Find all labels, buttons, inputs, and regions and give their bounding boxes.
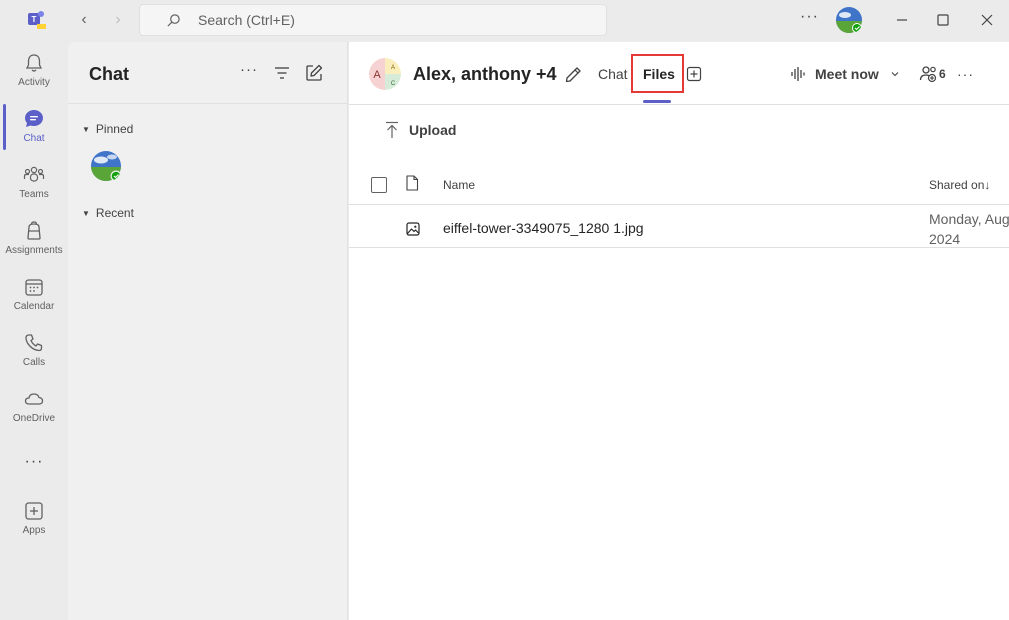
phone-icon <box>25 334 43 352</box>
chat-list-header: Chat ··· <box>68 42 348 104</box>
caret-down-icon: ▼ <box>82 208 90 218</box>
audio-wave-icon[interactable] <box>790 66 806 82</box>
add-app-icon <box>25 502 43 520</box>
chat-bubble-icon <box>25 110 43 127</box>
search-bar[interactable] <box>139 4 607 36</box>
file-shared-date: Monday, Aug 2024 <box>929 209 1009 249</box>
rail-label-assignments: Assignments <box>5 245 63 256</box>
rail-label-onedrive: OneDrive <box>12 413 56 424</box>
pinned-section-label: Pinned <box>95 122 134 136</box>
group-avatar: A A C <box>369 58 401 90</box>
pinned-section-header[interactable]: ▼ Pinned <box>82 122 133 136</box>
conversation-header: A A C Alex, anthony +4 Chat Files Meet n… <box>349 42 1009 105</box>
caret-down-icon: ▼ <box>82 124 90 134</box>
title-bar: T ‹ › ··· <box>0 0 1009 42</box>
svg-text:T: T <box>32 15 37 24</box>
rail-item-activity[interactable]: Activity <box>0 52 68 104</box>
meet-now-button[interactable]: Meet now <box>815 66 879 82</box>
conversation-title: Alex, anthony +4 <box>413 64 557 84</box>
image-file-icon <box>406 222 420 236</box>
rail-more-apps[interactable]: ··· <box>0 452 68 472</box>
rail-label-calls: Calls <box>22 357 46 368</box>
file-shared-date-line2: 2024 <box>929 231 961 247</box>
column-header-shared-on-label: Shared on <box>929 178 985 192</box>
conversation-more-icon[interactable]: ··· <box>957 66 974 82</box>
rail-item-calendar[interactable]: Calendar <box>0 276 68 328</box>
rail-label-activity: Activity <box>18 77 50 88</box>
file-name[interactable]: eiffel-tower-3349075_1280 1.jpg <box>443 220 644 236</box>
rail-item-apps[interactable]: Apps <box>0 500 68 552</box>
maximize-icon[interactable] <box>933 10 953 30</box>
cloud-icon <box>24 393 44 405</box>
rail-item-onedrive[interactable]: OneDrive <box>0 388 68 440</box>
app-rail: Activity Chat Teams Assignments Calendar… <box>0 42 68 620</box>
upload-label: Upload <box>409 122 457 138</box>
chat-list-pane: Chat ··· ▼ Pinned ▼ Recent <box>68 42 348 620</box>
column-header-name[interactable]: Name <box>443 178 475 192</box>
group-avatar-letter-c: C <box>391 81 396 87</box>
rail-label-apps: Apps <box>22 525 46 536</box>
rail-item-chat[interactable]: Chat <box>0 108 68 160</box>
tab-chat[interactable]: Chat <box>598 66 628 82</box>
pinned-chat-avatar[interactable] <box>90 150 122 182</box>
upload-arrow-icon <box>386 121 398 138</box>
calendar-icon <box>25 279 43 296</box>
rail-item-assignments[interactable]: Assignments <box>0 220 68 272</box>
file-shared-date-line1: Monday, Aug <box>929 211 1009 227</box>
recent-section-header[interactable]: ▼ Recent <box>82 206 134 220</box>
participants-count[interactable]: 6 <box>939 67 946 81</box>
sort-down-arrow-icon: ↓ <box>984 178 991 192</box>
teams-logo-icon[interactable]: T <box>24 9 46 31</box>
chevron-down-icon[interactable] <box>890 69 900 79</box>
rail-label-teams: Teams <box>19 189 49 200</box>
rail-item-teams[interactable]: Teams <box>0 164 68 216</box>
close-icon[interactable] <box>977 10 997 30</box>
tab-files-underline <box>643 100 671 103</box>
files-tab-highlight <box>631 54 684 93</box>
more-dots-icon: ··· <box>24 453 44 470</box>
chat-more-options-icon[interactable]: ··· <box>240 62 258 82</box>
rail-item-calls[interactable]: Calls <box>0 332 68 384</box>
select-all-checkbox[interactable] <box>371 177 387 193</box>
rail-label-calendar: Calendar <box>13 301 55 312</box>
participants-icon[interactable] <box>919 65 939 83</box>
group-avatar-letter-a: A <box>373 69 381 81</box>
file-type-icon <box>406 175 419 191</box>
conversation-pane: A A C Alex, anthony +4 Chat Files Meet n… <box>349 42 1009 620</box>
teams-people-icon <box>23 166 45 182</box>
new-chat-icon[interactable] <box>305 64 323 82</box>
back-arrow-icon[interactable]: ‹ <box>76 11 92 29</box>
search-icon <box>167 14 180 27</box>
profile-avatar[interactable] <box>835 6 863 34</box>
column-header-shared-on[interactable]: Shared on↓ <box>929 178 990 192</box>
pencil-icon[interactable] <box>564 66 582 84</box>
backpack-icon <box>27 221 41 240</box>
search-input[interactable] <box>198 10 578 30</box>
add-tab-icon[interactable] <box>686 66 702 82</box>
upload-button[interactable]: Upload <box>385 120 456 140</box>
recent-section-label: Recent <box>95 206 134 220</box>
group-avatar-letter-a2: A <box>391 65 395 71</box>
filter-icon[interactable] <box>273 64 291 82</box>
chat-list-title: Chat <box>89 64 129 84</box>
rail-label-chat: Chat <box>23 133 45 144</box>
forward-arrow-icon[interactable]: › <box>110 11 126 29</box>
settings-more-icon[interactable]: ··· <box>800 9 818 28</box>
bell-icon <box>25 54 43 72</box>
minimize-icon[interactable] <box>892 10 912 30</box>
